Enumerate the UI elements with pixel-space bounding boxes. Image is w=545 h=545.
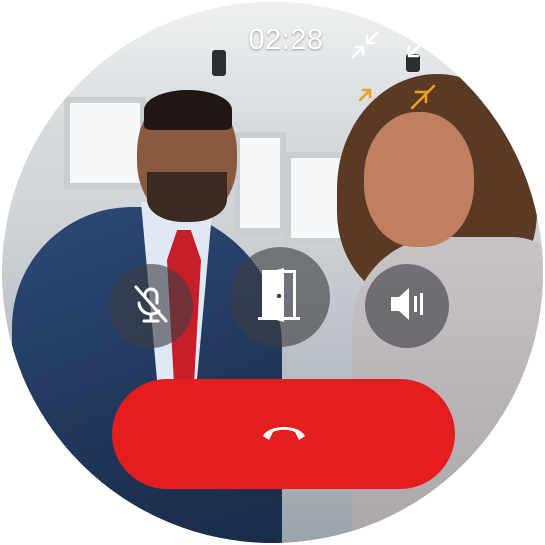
speaker-button[interactable]: [365, 264, 449, 348]
door-open-icon: [256, 266, 304, 329]
collapse-icon[interactable]: [404, 39, 434, 69]
call-timer: 02:28: [248, 24, 324, 56]
watch-face: 02:28: [2, 2, 543, 543]
mute-button[interactable]: [109, 264, 193, 348]
video-window: [234, 132, 286, 234]
caller-left-hair: [144, 90, 232, 130]
open-door-button[interactable]: [230, 247, 330, 347]
microphone-off-icon: [128, 281, 174, 332]
expand-icon[interactable]: [354, 80, 440, 116]
ceiling-lamp: [212, 50, 226, 76]
speaker-icon: [385, 282, 429, 331]
caller-left-beard: [147, 172, 227, 222]
end-call-button[interactable]: [112, 379, 455, 489]
video-window: [64, 97, 146, 189]
caller-right-head: [364, 112, 474, 247]
minimize-icon[interactable]: [350, 30, 380, 60]
phone-hangup-icon: [259, 420, 309, 449]
